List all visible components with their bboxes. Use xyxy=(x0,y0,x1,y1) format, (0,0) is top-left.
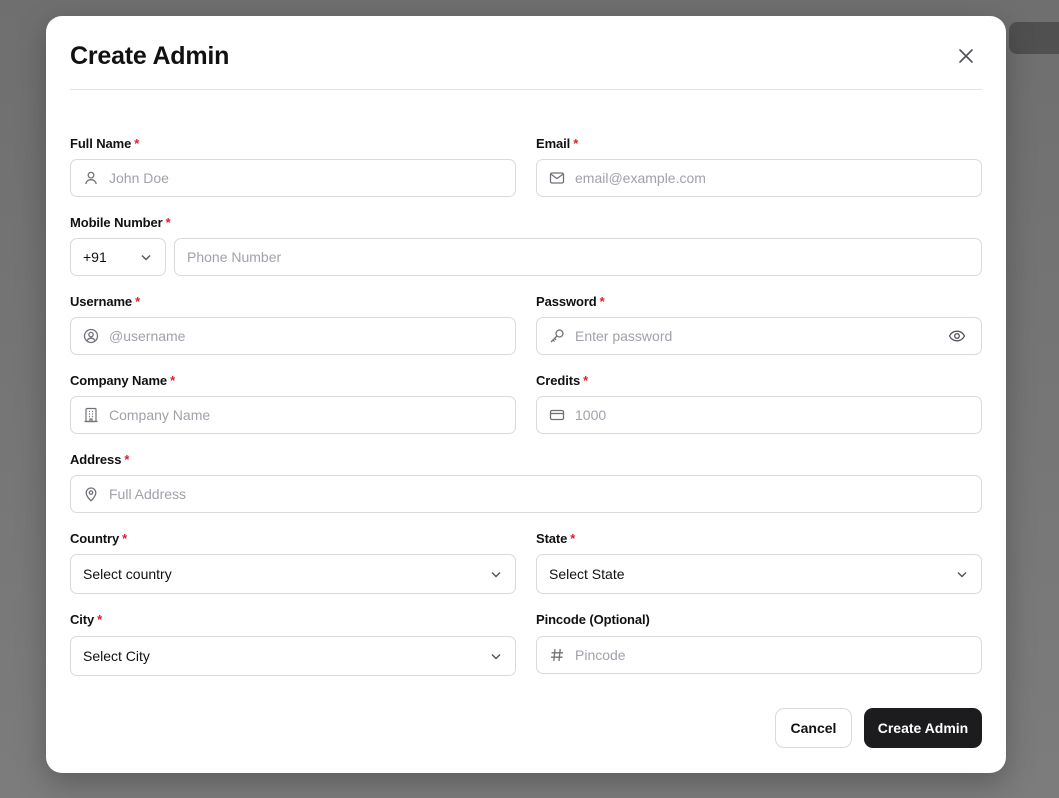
dialog-header: Create Admin xyxy=(70,42,982,90)
required-mark: * xyxy=(599,294,605,309)
mobile-label-text: Mobile Number xyxy=(70,215,163,230)
state-select[interactable]: Select State xyxy=(536,554,982,594)
city-select-value: Select City xyxy=(83,648,150,664)
state-label-text: State xyxy=(536,531,568,546)
full-name-label-text: Full Name xyxy=(70,136,132,151)
password-input[interactable]: Enter password xyxy=(536,317,982,355)
required-mark: * xyxy=(134,136,140,151)
credits-label: Credits * xyxy=(536,373,588,388)
create-admin-button[interactable]: Create Admin xyxy=(864,708,982,748)
background-button xyxy=(1009,22,1059,54)
username-label: Username * xyxy=(70,294,140,309)
required-mark: * xyxy=(124,452,130,467)
password-placeholder: Enter password xyxy=(575,328,673,344)
email-label: Email * xyxy=(536,136,578,151)
required-mark: * xyxy=(573,136,579,151)
chevron-down-icon xyxy=(489,567,503,581)
required-mark: * xyxy=(583,373,589,388)
country-select-value: Select country xyxy=(83,566,172,582)
required-mark: * xyxy=(165,215,171,230)
credits-label-text: Credits xyxy=(536,373,581,388)
eye-icon[interactable] xyxy=(948,327,966,345)
cancel-button[interactable]: Cancel xyxy=(775,708,852,748)
user-icon xyxy=(83,170,99,186)
create-admin-dialog: Create Admin Full Name * John Doe Email * … xyxy=(46,16,1006,773)
pincode-label-text: Pincode (Optional) xyxy=(536,612,650,627)
company-name-label-text: Company Name xyxy=(70,373,168,388)
required-mark: * xyxy=(170,373,176,388)
phone-number-input[interactable]: Phone Number xyxy=(174,238,982,276)
chevron-down-icon xyxy=(489,649,503,663)
key-icon xyxy=(549,328,565,344)
required-mark: * xyxy=(122,531,128,546)
country-label: Country * xyxy=(70,531,127,546)
required-mark: * xyxy=(97,612,103,627)
close-icon[interactable] xyxy=(956,46,976,66)
pincode-placeholder: Pincode xyxy=(575,647,626,663)
username-input[interactable]: @username xyxy=(70,317,516,355)
email-placeholder: email@example.com xyxy=(575,170,706,186)
pincode-label: Pincode (Optional) xyxy=(536,612,650,627)
credits-input[interactable]: 1000 xyxy=(536,396,982,434)
username-label-text: Username xyxy=(70,294,133,309)
pincode-input[interactable]: Pincode xyxy=(536,636,982,674)
company-name-placeholder: Company Name xyxy=(109,407,211,423)
user-circle-icon xyxy=(83,328,99,344)
chevron-down-icon xyxy=(955,567,969,581)
country-code-select[interactable]: +91 xyxy=(70,238,166,276)
chevron-down-icon xyxy=(139,250,153,264)
mobile-label: Mobile Number * xyxy=(70,215,171,230)
phone-number-placeholder: Phone Number xyxy=(187,249,282,265)
full-name-label: Full Name * xyxy=(70,136,139,151)
company-name-label: Company Name * xyxy=(70,373,175,388)
dialog-title: Create Admin xyxy=(70,42,230,70)
city-label-text: City xyxy=(70,612,95,627)
required-mark: * xyxy=(135,294,141,309)
country-select[interactable]: Select country xyxy=(70,554,516,594)
password-label-text: Password xyxy=(536,294,597,309)
credit-card-icon xyxy=(549,407,565,423)
password-label: Password * xyxy=(536,294,605,309)
country-label-text: Country xyxy=(70,531,120,546)
map-pin-icon xyxy=(83,486,99,502)
city-label: City * xyxy=(70,612,102,627)
address-input[interactable]: Full Address xyxy=(70,475,982,513)
city-select[interactable]: Select City xyxy=(70,636,516,676)
hash-icon xyxy=(549,647,565,663)
address-placeholder: Full Address xyxy=(109,486,187,502)
email-label-text: Email xyxy=(536,136,571,151)
username-placeholder: @username xyxy=(109,328,186,344)
credits-placeholder: 1000 xyxy=(575,407,607,423)
state-select-value: Select State xyxy=(549,566,625,582)
address-label-text: Address xyxy=(70,452,122,467)
full-name-placeholder: John Doe xyxy=(109,170,169,186)
full-name-input[interactable]: John Doe xyxy=(70,159,516,197)
state-label: State * xyxy=(536,531,575,546)
country-code-value: +91 xyxy=(83,249,107,265)
address-label: Address * xyxy=(70,452,129,467)
building-icon xyxy=(83,407,99,423)
mail-icon xyxy=(549,170,565,186)
required-mark: * xyxy=(570,531,576,546)
email-input[interactable]: email@example.com xyxy=(536,159,982,197)
company-name-input[interactable]: Company Name xyxy=(70,396,516,434)
